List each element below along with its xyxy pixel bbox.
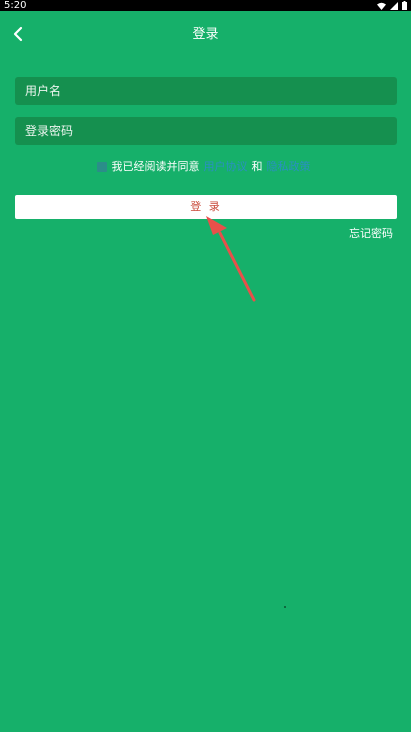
password-input[interactable]: 登录密码	[15, 117, 397, 145]
forgot-password-link[interactable]: 忘记密码	[349, 226, 393, 242]
status-time: 5:20	[4, 0, 27, 11]
battery-icon	[402, 1, 407, 10]
wifi-icon	[377, 2, 386, 10]
username-placeholder: 用户名	[25, 84, 62, 98]
page-title: 登录	[192, 27, 219, 42]
agreement-conjunction: 和	[251, 160, 263, 173]
user-agreement-link[interactable]: 用户协议	[204, 159, 248, 175]
username-input[interactable]: 用户名	[15, 77, 397, 105]
app-header: 登录	[0, 18, 411, 52]
agreement-row: 我已经阅读并同意 用户协议 和 隐私政策	[0, 159, 411, 175]
agreement-text: 我已经阅读并同意	[111, 160, 200, 173]
signal-icon	[390, 1, 398, 10]
decorative-dot	[284, 606, 286, 608]
agreement-checkbox[interactable]	[96, 162, 107, 172]
status-icons	[377, 0, 407, 11]
status-bar: 5:20	[0, 0, 411, 11]
annotation-arrow-icon	[206, 216, 256, 302]
password-placeholder: 登录密码	[25, 124, 74, 138]
privacy-policy-link[interactable]: 隐私政策	[267, 159, 311, 175]
